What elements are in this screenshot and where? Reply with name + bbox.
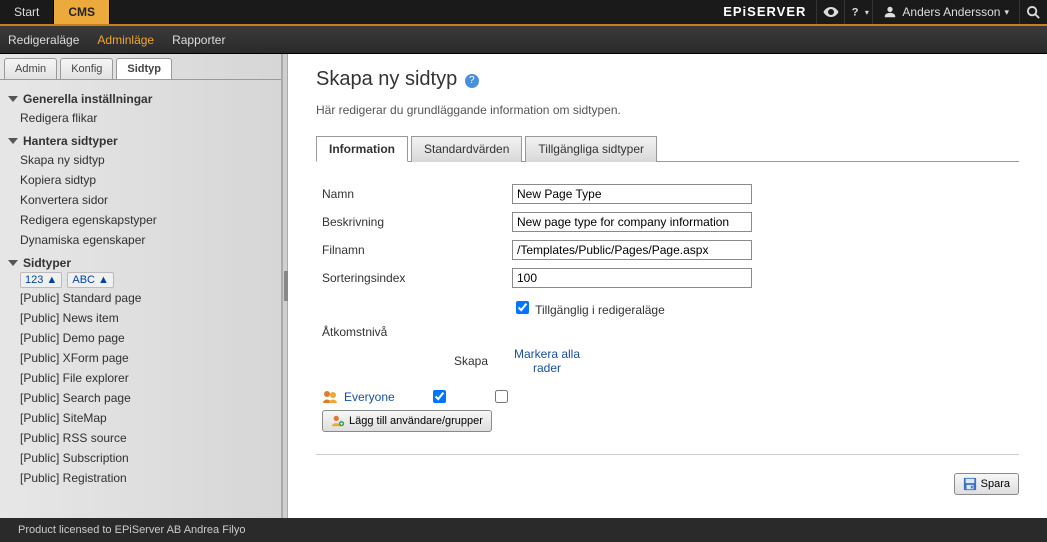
label-name: Namn bbox=[316, 180, 506, 208]
nav-admin-mode[interactable]: Adminläge bbox=[97, 33, 154, 47]
save-icon bbox=[963, 477, 977, 491]
checkbox-everyone-create[interactable] bbox=[433, 390, 446, 403]
sidebar-item[interactable]: Dynamiska egenskaper bbox=[10, 230, 271, 250]
sort-abc[interactable]: ABC ▲ bbox=[67, 272, 114, 288]
sidebar-item[interactable]: [Public] Demo page bbox=[10, 328, 271, 348]
help-badge-icon[interactable]: ? bbox=[465, 74, 479, 88]
license-footer: Product licensed to EPiServer AB Andrea … bbox=[0, 518, 1047, 542]
tab-available[interactable]: Tillgängliga sidtyper bbox=[525, 136, 657, 162]
help-icon[interactable]: ? ▾ bbox=[844, 0, 872, 24]
tab-start[interactable]: Start bbox=[0, 0, 53, 24]
tab-cms[interactable]: CMS bbox=[53, 0, 110, 24]
sidebar-tab-konfig[interactable]: Konfig bbox=[60, 58, 113, 79]
global-topbar: Start CMS EPiSERVER ? ▾ Anders Andersson… bbox=[0, 0, 1047, 26]
page-title: Skapa ny sidtyp ? bbox=[316, 68, 1019, 91]
group-icon bbox=[322, 389, 338, 405]
section-general[interactable]: Generella inställningar bbox=[8, 92, 271, 106]
user-name: Anders Andersson bbox=[902, 5, 1000, 19]
input-description[interactable] bbox=[512, 212, 752, 232]
sidebar-item[interactable]: Kopiera sidtyp bbox=[10, 170, 271, 190]
svg-text:?: ? bbox=[852, 7, 859, 19]
sidebar-item[interactable]: Redigera egenskapstyper bbox=[10, 210, 271, 230]
label-description: Beskrivning bbox=[316, 208, 506, 236]
section-types[interactable]: Sidtyper bbox=[8, 256, 271, 270]
main-panel: Skapa ny sidtyp ? Här redigerar du grund… bbox=[288, 54, 1047, 518]
input-filename[interactable] bbox=[512, 240, 752, 260]
sidebar: Admin Konfig Sidtyp Generella inställnin… bbox=[0, 54, 282, 518]
brand-logo: EPiSERVER bbox=[713, 0, 816, 24]
sidebar-item[interactable]: Skapa ny sidtyp bbox=[10, 150, 271, 170]
add-group-icon bbox=[331, 414, 345, 428]
sidebar-item[interactable]: [Public] File explorer bbox=[10, 368, 271, 388]
checkbox-everyone-extra[interactable] bbox=[495, 390, 508, 403]
sidebar-tab-sidtyp[interactable]: Sidtyp bbox=[116, 58, 172, 79]
page-description: Här redigerar du grundläggande informati… bbox=[316, 103, 1019, 117]
section-manage[interactable]: Hantera sidtyper bbox=[8, 134, 271, 148]
sidebar-item[interactable]: [Public] Registration bbox=[10, 468, 271, 488]
input-name[interactable] bbox=[512, 184, 752, 204]
user-menu[interactable]: Anders Andersson ▾ bbox=[872, 0, 1019, 24]
sidebar-item[interactable]: [Public] News item bbox=[10, 308, 271, 328]
label-filename: Filnamn bbox=[316, 236, 506, 264]
checkbox-available-editmode[interactable] bbox=[516, 301, 529, 314]
sidebar-item[interactable]: [Public] XForm page bbox=[10, 348, 271, 368]
nav-reports[interactable]: Rapporter bbox=[172, 33, 225, 47]
sidebar-item[interactable]: Redigera flikar bbox=[10, 108, 271, 128]
link-mark-all-rows[interactable]: Markera alla rader bbox=[512, 347, 582, 375]
save-button[interactable]: Spara bbox=[954, 473, 1019, 495]
sort-123[interactable]: 123 ▲ bbox=[20, 272, 62, 288]
access-everyone[interactable]: Everyone bbox=[344, 390, 395, 404]
sidebar-item[interactable]: Konvertera sidor bbox=[10, 190, 271, 210]
sidebar-item[interactable]: [Public] Subscription bbox=[10, 448, 271, 468]
input-sortindex[interactable] bbox=[512, 268, 752, 288]
search-icon[interactable] bbox=[1019, 0, 1047, 24]
nav-edit-mode[interactable]: Redigeraläge bbox=[8, 33, 79, 47]
label-sortindex: Sorteringsindex bbox=[316, 264, 506, 292]
sidebar-item[interactable]: [Public] RSS source bbox=[10, 428, 271, 448]
col-create: Skapa bbox=[316, 343, 506, 379]
caret-down-icon: ▾ bbox=[1004, 7, 1009, 18]
sidebar-tab-admin[interactable]: Admin bbox=[4, 58, 57, 79]
tab-information[interactable]: Information bbox=[316, 136, 408, 162]
tab-defaults[interactable]: Standardvärden bbox=[411, 136, 522, 162]
preview-icon[interactable] bbox=[816, 0, 844, 24]
sort-controls: 123 ▲ ABC ▲ bbox=[20, 274, 271, 286]
label-access-level: Åtkomstnivå bbox=[316, 321, 506, 343]
label-available-editmode: Tillgänglig i redigeraläge bbox=[535, 303, 665, 317]
sidebar-item[interactable]: [Public] Standard page bbox=[10, 288, 271, 308]
mode-subnav: Redigeraläge Adminläge Rapporter bbox=[0, 26, 1047, 54]
sidebar-item[interactable]: [Public] SiteMap bbox=[10, 408, 271, 428]
add-users-groups-button[interactable]: Lägg till användare/grupper bbox=[322, 410, 492, 432]
sidebar-item[interactable]: [Public] Search page bbox=[10, 388, 271, 408]
